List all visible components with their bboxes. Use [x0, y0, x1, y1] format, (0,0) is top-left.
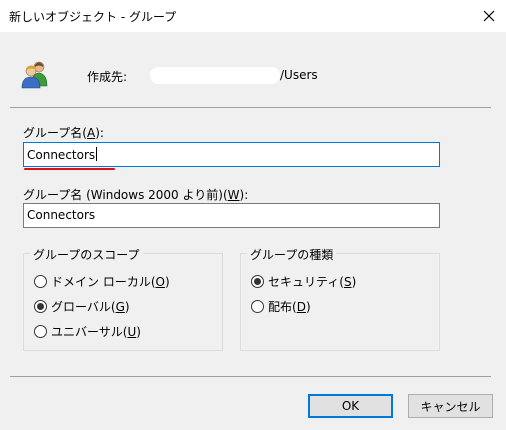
- scope-groupbox: グループのスコープ ドメイン ローカル(O) グローバル(G) ユニバーサル(U…: [23, 246, 223, 351]
- title-bar: 新しいオブジェクト - グループ: [0, 0, 506, 32]
- type-security-radio[interactable]: セキュリティ(S): [251, 273, 356, 290]
- radio-circle: [251, 300, 264, 313]
- pre2000-name-input[interactable]: Connectors: [23, 203, 440, 228]
- path-suffix: /Users: [280, 68, 318, 82]
- path-redaction: [150, 67, 280, 84]
- separator-top: [10, 107, 491, 108]
- pre2000-name-label: グループ名 (Windows 2000 より前)(W):: [23, 188, 249, 202]
- close-icon: [483, 10, 495, 22]
- type-groupbox: グループの種類 セキュリティ(S) 配布(D): [240, 246, 440, 351]
- separator-bottom: [10, 376, 491, 377]
- cancel-button[interactable]: キャンセル: [408, 394, 493, 418]
- text-caret: [96, 147, 98, 161]
- radio-circle: [34, 325, 47, 338]
- group-name-input[interactable]: Connectors: [23, 142, 440, 167]
- type-distribution-radio[interactable]: 配布(D): [251, 298, 311, 315]
- radio-circle-checked: [34, 300, 47, 313]
- users-group-icon: [21, 61, 48, 89]
- dialog-content: 作成先: /Users グループ名(A): Connectors グループ名 (…: [0, 32, 506, 430]
- scope-universal-radio[interactable]: ユニバーサル(U): [34, 323, 141, 340]
- type-title: グループの種類: [247, 246, 337, 263]
- ok-button[interactable]: OK: [308, 394, 393, 418]
- scope-title: グループのスコープ: [30, 246, 143, 263]
- create-in-label: 作成先:: [87, 70, 128, 84]
- scope-global-radio[interactable]: グローバル(G): [34, 298, 130, 315]
- group-name-label: グループ名(A):: [23, 126, 104, 140]
- close-button[interactable]: [472, 0, 506, 32]
- annotation-underline: [24, 168, 115, 170]
- scope-domain-local-radio[interactable]: ドメイン ローカル(O): [34, 273, 170, 290]
- radio-circle: [34, 275, 47, 288]
- radio-circle-checked: [251, 275, 264, 288]
- window-title: 新しいオブジェクト - グループ: [9, 10, 177, 24]
